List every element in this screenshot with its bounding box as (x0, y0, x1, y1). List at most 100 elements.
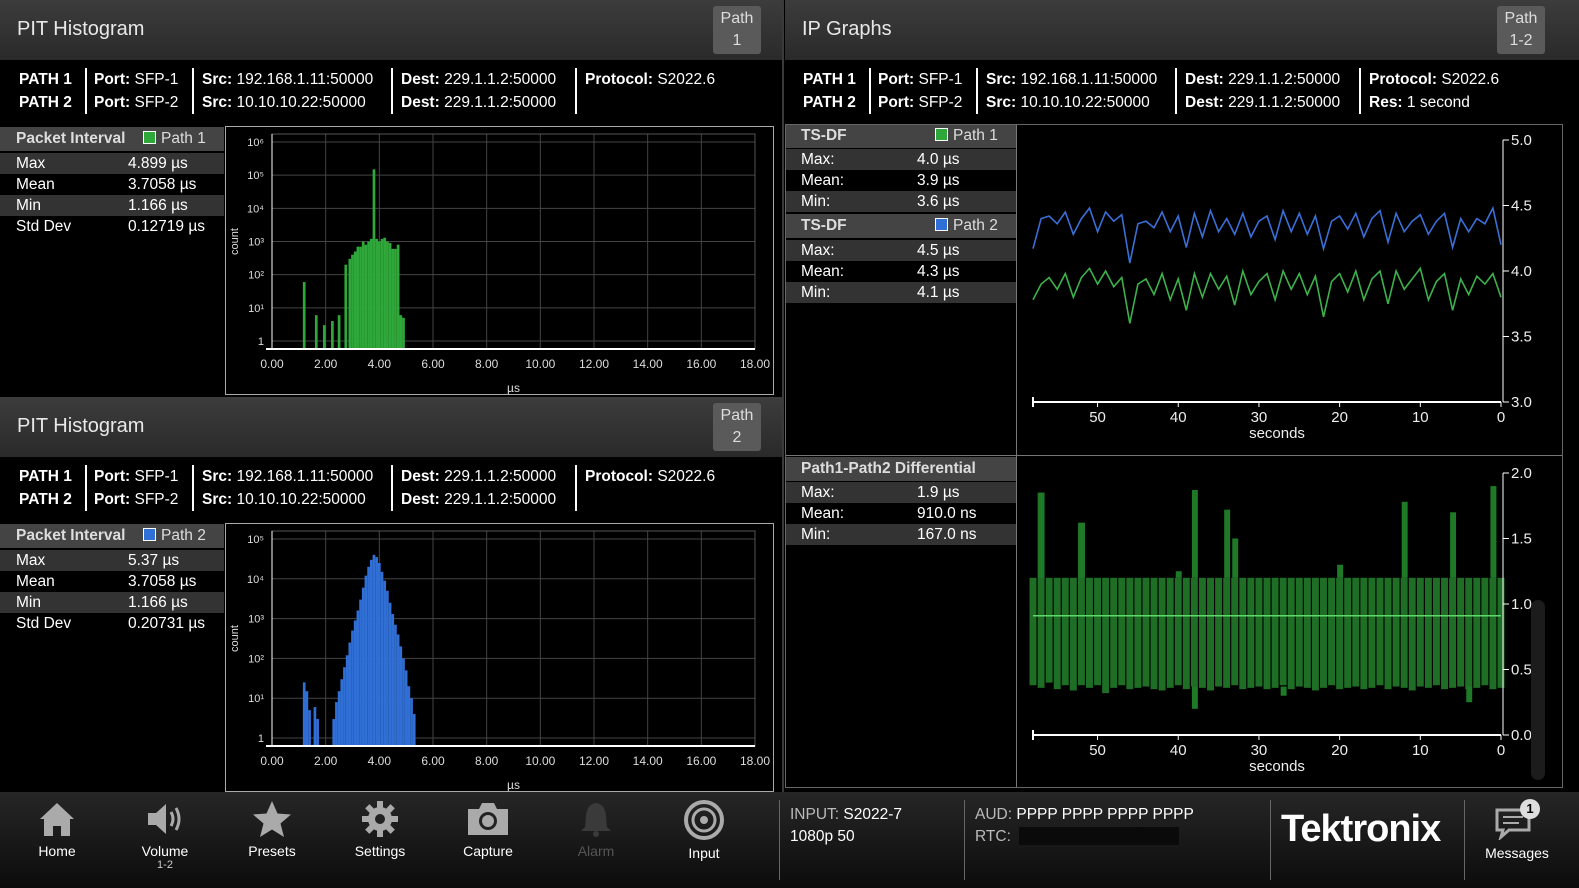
histogram-bar (402, 658, 405, 746)
differential-bar (1142, 577, 1150, 687)
differential-bar (1279, 577, 1287, 686)
histogram-bar (361, 241, 365, 349)
histogram-bar (351, 254, 354, 349)
home-button[interactable]: Home (12, 800, 102, 859)
volume-button[interactable]: Volume 1-2 (120, 800, 210, 871)
differential-bar (1311, 577, 1319, 691)
y-tick-label: 1 (258, 336, 264, 348)
histogram-plot-frame: 0.00 2.00 4.00 6.00 8.00 10.00 12.00 14.00 16.00… (225, 126, 774, 395)
x-tick-label: 8.00 (475, 357, 499, 371)
histogram-bar (356, 610, 360, 746)
bell-icon (581, 803, 611, 837)
y-tick-label: 10³ (248, 614, 264, 626)
differential-spike (1450, 512, 1457, 578)
x-tick-label: 40 (1170, 742, 1187, 759)
stat-row-mean: Mean 3.7058 µs (16, 573, 197, 590)
differential-bar (1328, 577, 1336, 686)
histogram-bar (388, 602, 392, 746)
y-tick-label: 4.5 (1511, 198, 1532, 215)
histogram-bar (391, 248, 395, 349)
differential-bar (1094, 577, 1102, 686)
capture-button[interactable]: Capture (443, 800, 533, 859)
y-tick-label: 1.5 (1511, 531, 1532, 548)
histogram-bar (353, 251, 357, 349)
histogram-bar (412, 714, 416, 746)
x-tick-label: 0 (1497, 742, 1505, 759)
histogram-bar (364, 244, 368, 349)
divider (391, 465, 393, 511)
differential-bar (1489, 577, 1497, 690)
settings-button[interactable]: Settings (335, 800, 425, 859)
divider (1359, 68, 1361, 114)
histogram-bar (337, 315, 341, 349)
histogram-bar (351, 630, 354, 746)
divider (391, 68, 393, 114)
differential-bar (1045, 577, 1053, 683)
x-axis-label: seconds (1249, 758, 1305, 775)
panel-header: IP Graphs Path 1-2 (785, 0, 1579, 60)
differential-bar (1061, 577, 1069, 686)
differential-bar (1126, 577, 1134, 690)
differential-bar (1239, 577, 1247, 690)
differential-bar (1457, 577, 1465, 687)
differential-bar (1303, 577, 1311, 688)
x-tick-label: 8.00 (475, 754, 499, 768)
histogram-bar (388, 243, 392, 349)
x-tick-label: 30 (1251, 409, 1268, 426)
x-tick-label: 50 (1089, 742, 1106, 759)
alarm-button[interactable]: Alarm (551, 800, 641, 859)
differential-bar (1481, 577, 1489, 686)
histogram-bar (410, 698, 413, 746)
x-tick-label: 12.00 (579, 754, 609, 768)
differential-bar (1215, 577, 1223, 687)
differential-bar (1190, 577, 1198, 687)
path-select-button[interactable]: Path 1 (713, 6, 761, 54)
histogram-bar (345, 655, 349, 746)
differential-bar (1408, 577, 1416, 691)
bottom-toolbar: Home Volume 1-2 Presets Settings Capture… (0, 792, 1579, 888)
path-select-button[interactable]: Path 1-2 (1497, 6, 1545, 54)
differential-spike (1038, 492, 1045, 578)
y-tick-label: 3.0 (1511, 394, 1532, 411)
histogram-bar (353, 620, 357, 746)
differential-bar (1320, 577, 1327, 688)
x-tick-label: 18.00 (740, 357, 770, 371)
histogram-bar (359, 246, 362, 349)
y-tick-label: 10² (248, 653, 264, 665)
x-tick-label: 2.00 (314, 357, 338, 371)
differential-bar (1150, 577, 1158, 690)
differential-bar (1336, 577, 1344, 690)
path-select-button[interactable]: Path 2 (713, 403, 761, 451)
histogram-bar (356, 246, 360, 349)
messages-button[interactable]: Messages (1472, 800, 1562, 861)
input-button[interactable]: Input (659, 800, 749, 861)
histogram-bar (359, 599, 362, 746)
histogram-bar (348, 258, 352, 349)
stat-row-stddev: Std Dev 0.12719 µs (16, 218, 206, 235)
divider (779, 800, 780, 880)
pit-histogram-panel-path1: PIT Histogram Path 1 PATH 1 PATH 2 Port:… (0, 0, 782, 396)
y-tick-label: 10⁴ (247, 203, 264, 215)
x-tick-label: 4.00 (368, 754, 392, 768)
differential-bar (1223, 577, 1231, 688)
y-tick-label: 10⁵ (247, 170, 264, 182)
histogram-bar (380, 571, 384, 746)
gear-icon (362, 801, 398, 837)
y-tick-label: 5.0 (1511, 132, 1532, 149)
differential-bar (1368, 577, 1376, 688)
differential-spike (1337, 564, 1344, 578)
histogram-bar (383, 237, 387, 349)
histogram-bar (375, 557, 378, 746)
x-tick-label: 12.00 (579, 357, 609, 371)
x-tick-label: 16.00 (686, 754, 716, 768)
scrollbar[interactable] (1531, 600, 1545, 780)
x-tick-label: 10.00 (525, 357, 555, 371)
presets-button[interactable]: Presets (227, 800, 317, 859)
x-tick-label: 50 (1089, 409, 1106, 426)
histogram-bar (372, 169, 376, 349)
differential-bar (1029, 577, 1037, 686)
divider (85, 68, 87, 114)
x-tick-label: 30 (1251, 742, 1268, 759)
y-tick-label: 3.5 (1511, 329, 1532, 346)
panel-header: PIT Histogram Path 2 (0, 397, 782, 457)
